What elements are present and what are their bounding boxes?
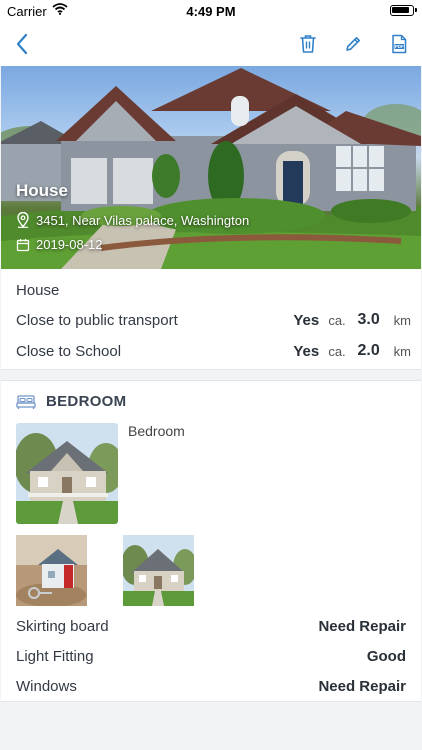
edit-button[interactable]: [341, 32, 365, 56]
status-bar: Carrier 4:49 PM: [0, 0, 422, 22]
info-answer: Yes: [293, 342, 320, 360]
room-description: Bedroom: [128, 423, 185, 439]
info-distance: 2.0: [357, 342, 380, 359]
property-address: 3451, Near Vilas palace, Washington: [36, 212, 250, 228]
battery-icon: [390, 5, 417, 16]
info-unit: km: [393, 343, 411, 359]
room-photo-thumbnail[interactable]: [123, 535, 194, 606]
property-address-row: 3451, Near Vilas palace, Washington: [16, 212, 249, 228]
info-distance: 3.0: [357, 311, 380, 328]
house-photo: [123, 535, 194, 606]
chevron-left-icon: [16, 33, 28, 55]
pencil-icon: [346, 37, 360, 51]
condition-label: Skirting board: [16, 617, 109, 635]
delete-button[interactable]: [296, 32, 320, 56]
info-unit: km: [393, 312, 411, 328]
condition-value: Good: [366, 647, 406, 665]
room-header: BEDROOM: [16, 393, 126, 410]
info-row-school: Close to School Yes ca. 2.0 km: [16, 340, 411, 362]
info-ca: ca.: [328, 312, 346, 328]
room-main-photo[interactable]: [16, 423, 118, 524]
info-label: Close to public transport: [16, 311, 178, 329]
bed-icon: [16, 394, 36, 409]
room-title: BEDROOM: [46, 393, 127, 410]
house-key-photo: [16, 535, 87, 606]
condition-row-skirting-board: Skirting board Need Repair: [16, 615, 406, 637]
property-type: House: [16, 281, 60, 299]
room-photo-thumbnail[interactable]: [16, 535, 87, 606]
condition-label: Windows: [16, 677, 77, 695]
property-date: 2019-08-12: [36, 237, 103, 252]
house-photo: [16, 423, 118, 524]
calendar-icon: [16, 238, 30, 251]
condition-value: Need Repair: [318, 617, 406, 635]
property-date-row: 2019-08-12: [16, 237, 103, 252]
condition-value: Need Repair: [318, 677, 406, 695]
property-title: House: [16, 181, 68, 200]
info-label: Close to School: [16, 342, 122, 360]
room-card-bedroom: BEDROOM Bedroom Skirting board Need Repa…: [1, 380, 421, 702]
location-pin-icon: [17, 212, 29, 228]
back-button[interactable]: [10, 32, 34, 56]
property-hero-image: House 3451, Near Vilas palace, Washingto…: [1, 66, 421, 269]
condition-row-light-fitting: Light Fitting Good: [16, 645, 406, 667]
condition-row-windows: Windows Need Repair: [16, 675, 406, 697]
trash-icon: [300, 35, 316, 53]
nav-bar: PDF: [0, 22, 422, 66]
property-info-card: House Close to public transport Yes ca. …: [1, 269, 421, 370]
info-ca: ca.: [328, 343, 346, 359]
info-row-public-transport: Close to public transport Yes ca. 3.0 km: [16, 309, 411, 331]
svg-text:PDF: PDF: [395, 44, 404, 49]
property-type-row: House: [16, 279, 411, 301]
info-answer: Yes: [293, 311, 320, 329]
export-pdf-button[interactable]: PDF: [387, 32, 411, 56]
pdf-icon: PDF: [392, 34, 407, 54]
bottom-background: [0, 702, 422, 750]
condition-label: Light Fitting: [16, 647, 94, 665]
status-time: 4:49 PM: [186, 4, 236, 19]
